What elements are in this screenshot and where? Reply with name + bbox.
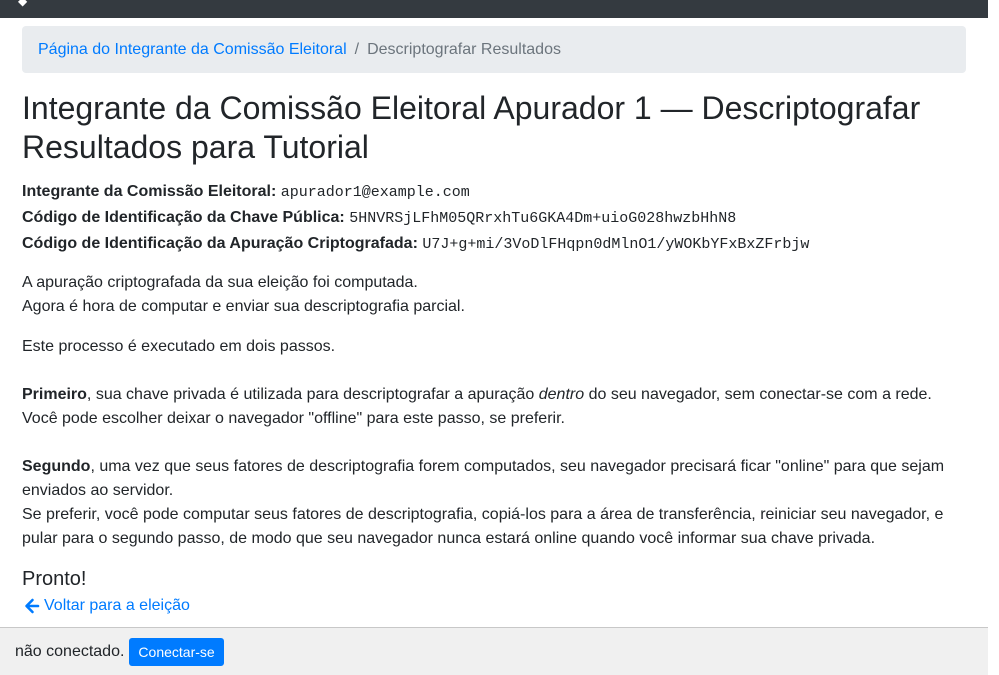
member-label: Integrante da Comissão Eleitoral:: [22, 183, 277, 200]
breadcrumb-current: Descriptografar Resultados: [367, 40, 561, 58]
breadcrumb-link-member-page[interactable]: Página do Integrante da Comissão Eleitor…: [38, 41, 347, 59]
connection-footer: não conectado. Conectar-se: [0, 627, 988, 675]
intro-paragraph: A apuração criptografada da sua eleição …: [22, 271, 966, 319]
arrow-left-icon: [25, 598, 40, 614]
public-key-value: 5HNVRSjLFhM05QRrxhTu6GKA4Dm+uioG028hwzbH…: [349, 210, 737, 227]
intro-line-1: A apuração criptografada da sua eleição …: [22, 274, 418, 291]
encrypted-tally-label: Código de Identificação da Apuração Crip…: [22, 235, 418, 252]
second-step-text: , uma vez que seus fatores de descriptog…: [22, 458, 945, 499]
page-title: Integrante da Comissão Eleitoral Apurado…: [22, 90, 921, 165]
second-step-label: Segundo: [22, 458, 91, 475]
intro-line-2: Agora é hora de computar e enviar sua de…: [22, 298, 465, 315]
connection-status: não conectado.: [15, 642, 125, 660]
first-step-label: Primeiro: [22, 386, 87, 403]
back-to-election-label: Voltar para a eleição: [44, 597, 190, 614]
public-key-row: Código de Identificação da Chave Pública…: [22, 205, 966, 231]
top-navbar: ◆: [0, 0, 988, 18]
second-step-paragraph: Segundo, uma vez que seus fatores de des…: [22, 455, 966, 551]
breadcrumb-separator: /: [354, 40, 360, 58]
breadcrumb: Página do Integrante da Comissão Eleitor…: [22, 26, 966, 73]
encrypted-tally-value: U7J+g+mi/3VoDlFHqpn0dMlnO1/yWOKbYFxBxZFr…: [422, 236, 810, 253]
back-to-election-link[interactable]: Voltar para a eleição: [24, 597, 190, 615]
main-content: Integrante da Comissão Eleitoral Apurado…: [22, 89, 966, 619]
second-step-line-2: Se preferir, você pode computar seus fat…: [22, 506, 944, 547]
first-step-text-b: do seu navegador, sem conectar-se com a …: [584, 386, 932, 403]
navbar-icon: ◆: [18, 0, 28, 8]
connect-button[interactable]: Conectar-se: [129, 637, 224, 666]
public-key-label: Código de Identificação da Chave Pública…: [22, 209, 345, 226]
first-step-text-a: , sua chave privada é utilizada para des…: [86, 386, 539, 403]
member-info: Integrante da Comissão Eleitoral: apurad…: [22, 179, 966, 257]
first-step-paragraph: Primeiro, sua chave privada é utilizada …: [22, 383, 966, 431]
ready-heading: Pronto!: [22, 568, 87, 590]
first-step-emphasis: dentro: [538, 386, 585, 403]
member-row: Integrante da Comissão Eleitoral: apurad…: [22, 179, 966, 205]
encrypted-tally-row: Código de Identificação da Apuração Crip…: [22, 231, 966, 257]
member-value: apurador1@example.com: [280, 184, 470, 201]
first-step-line-2: Você pode escolher deixar o navegador "o…: [22, 410, 565, 427]
steps-intro: Este processo é executado em dois passos…: [22, 338, 336, 355]
